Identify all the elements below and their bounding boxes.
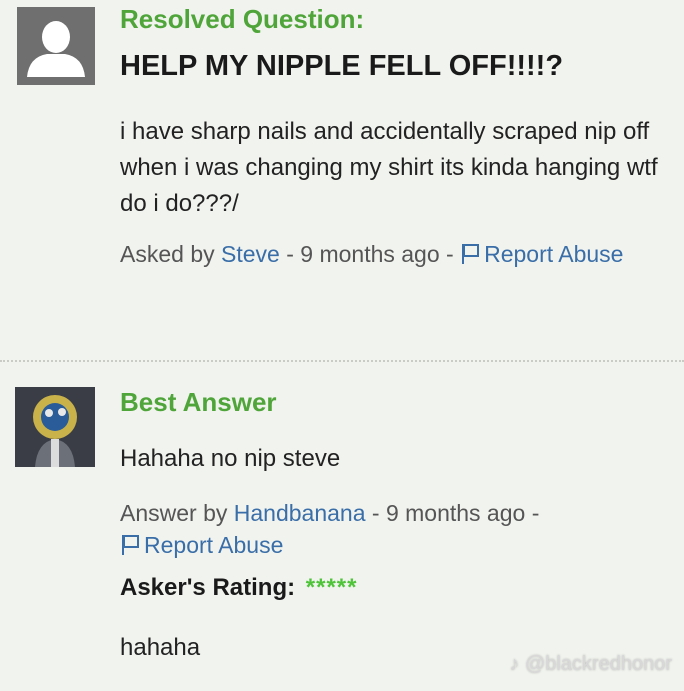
rating-label: Asker's Rating:: [120, 574, 296, 601]
answer-report-abuse-label: Report Abuse: [144, 532, 284, 558]
flag-icon: [462, 244, 480, 264]
answer-meta: Answer by Handbanana - 9 months ago - Re…: [120, 497, 660, 561]
answer-report-abuse-link[interactable]: Report Abuse: [120, 532, 283, 558]
best-answer-label: Best Answer: [120, 387, 277, 417]
report-abuse-label: Report Abuse: [484, 241, 624, 267]
question-body: i have sharp nails and accidentally scra…: [120, 118, 658, 217]
answerer-avatar[interactable]: [15, 387, 95, 467]
user-photo-avatar: [15, 387, 95, 467]
answerer-link[interactable]: Handbanana: [234, 500, 366, 526]
watermark-text: @blackredhonor: [524, 653, 672, 675]
answer-body: Hahaha no nip steve: [120, 445, 341, 472]
question-meta: Asked by Steve - 9 months ago - Report A…: [120, 238, 660, 270]
answer-by-label: Answer by: [120, 500, 234, 526]
question-title: HELP MY NIPPLE FELL OFF!!!!?: [120, 50, 564, 82]
question-time: - 9 months ago -: [279, 241, 461, 267]
tiktok-icon: ♪: [509, 653, 525, 675]
flag-icon: [122, 535, 139, 555]
asker-comment: hahaha: [120, 634, 201, 661]
watermark: ♪ @blackredhonor: [509, 653, 672, 676]
asker-rating: Asker's Rating: *****: [120, 574, 357, 602]
rating-stars: *****: [305, 574, 358, 601]
section-divider: [0, 360, 684, 362]
report-abuse-link[interactable]: Report Abuse: [460, 241, 623, 267]
default-user-icon: [17, 7, 95, 85]
asked-by-label: Asked by: [120, 241, 221, 267]
answer-time: - 9 months ago -: [365, 500, 540, 526]
question-status: Resolved Question:: [120, 4, 365, 34]
asker-avatar[interactable]: [17, 7, 95, 85]
asker-link[interactable]: Steve: [221, 241, 280, 267]
